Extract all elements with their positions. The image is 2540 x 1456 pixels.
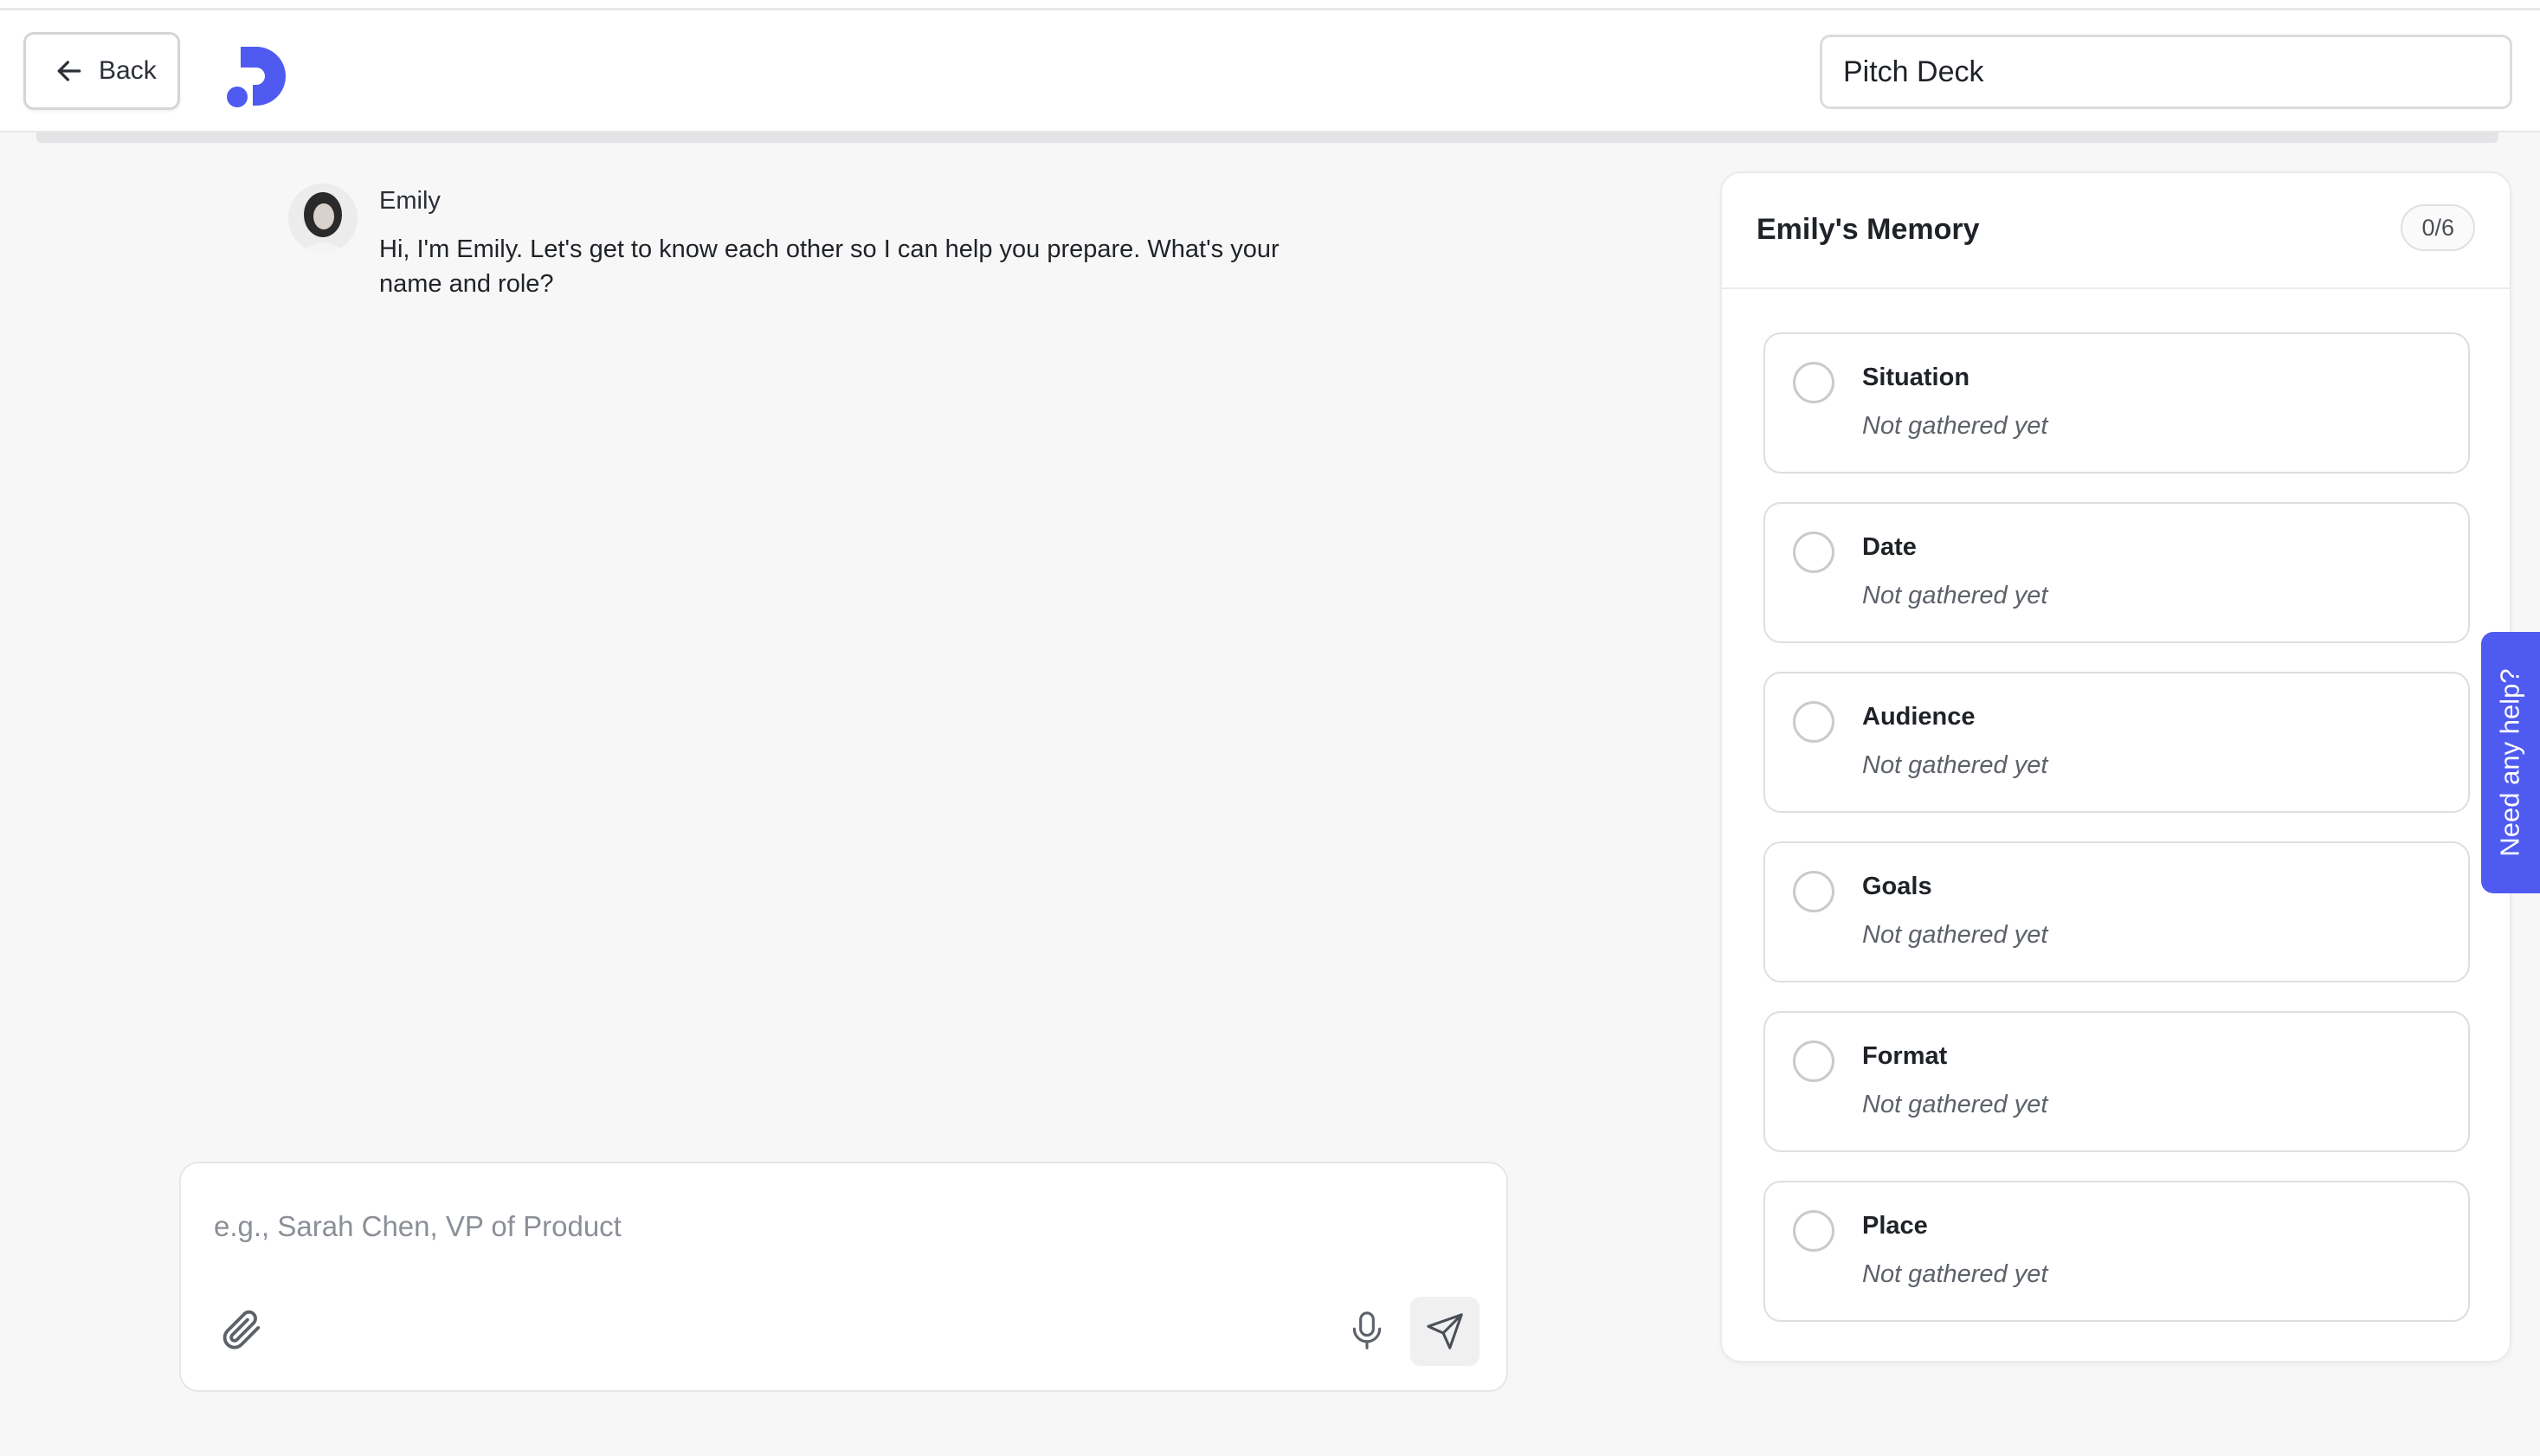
header: Back (0, 10, 2540, 132)
status-circle-icon (1793, 1210, 1834, 1252)
message-input[interactable] (214, 1205, 1426, 1248)
status-circle-icon (1793, 532, 1834, 573)
memory-count-badge: 0/6 (2401, 204, 2475, 251)
memory-item-audience[interactable]: Audience Not gathered yet (1763, 672, 2470, 813)
memory-item-place[interactable]: Place Not gathered yet (1763, 1181, 2470, 1322)
memory-header: Emily's Memory 0/6 (1722, 173, 2510, 289)
progress-track (36, 132, 2498, 143)
message-sender: Emily (379, 187, 441, 215)
microphone-icon[interactable] (1348, 1309, 1386, 1352)
memory-item-label: Situation (1862, 364, 1970, 391)
memory-item-date[interactable]: Date Not gathered yet (1763, 502, 2470, 643)
paperclip-icon[interactable] (217, 1305, 264, 1352)
memory-title: Emily's Memory (1757, 213, 1980, 246)
status-circle-icon (1793, 1040, 1834, 1082)
memory-item-status: Not gathered yet (1862, 412, 2048, 440)
memory-item-label: Audience (1862, 703, 1976, 731)
memory-item-status: Not gathered yet (1862, 751, 2048, 779)
memory-item-label: Date (1862, 533, 1917, 561)
status-circle-icon (1793, 871, 1834, 912)
memory-item-status: Not gathered yet (1862, 582, 2048, 609)
memory-item-label: Place (1862, 1212, 1928, 1240)
memory-panel: Emily's Memory 0/6 Situation Not gathere… (1720, 171, 2511, 1363)
help-tab-label: Need any help? (2495, 668, 2526, 857)
back-button-label: Back (99, 56, 157, 85)
status-circle-icon (1793, 362, 1834, 403)
memory-item-label: Format (1862, 1042, 1948, 1070)
back-button[interactable]: Back (23, 32, 180, 110)
arrow-left-icon (57, 61, 81, 81)
memory-item-status: Not gathered yet (1862, 921, 2048, 949)
avatar (288, 184, 358, 253)
brand-logo[interactable] (223, 45, 289, 109)
memory-item-label: Goals (1862, 873, 1932, 900)
memory-item-goals[interactable]: Goals Not gathered yet (1763, 841, 2470, 982)
status-circle-icon (1793, 701, 1834, 743)
memory-item-situation[interactable]: Situation Not gathered yet (1763, 332, 2470, 474)
message-text: Hi, I'm Emily. Let's get to know each ot… (379, 235, 1280, 298)
send-button[interactable] (1410, 1297, 1480, 1366)
deck-title-input[interactable] (1820, 35, 2512, 109)
memory-item-format[interactable]: Format Not gathered yet (1763, 1011, 2470, 1152)
send-icon (1427, 1313, 1463, 1350)
help-tab-button[interactable]: Need any help? (2481, 632, 2540, 893)
memory-item-status: Not gathered yet (1862, 1091, 2048, 1118)
message-composer (179, 1162, 1508, 1392)
top-rule (0, 0, 2540, 10)
memory-item-status: Not gathered yet (1862, 1260, 2048, 1288)
